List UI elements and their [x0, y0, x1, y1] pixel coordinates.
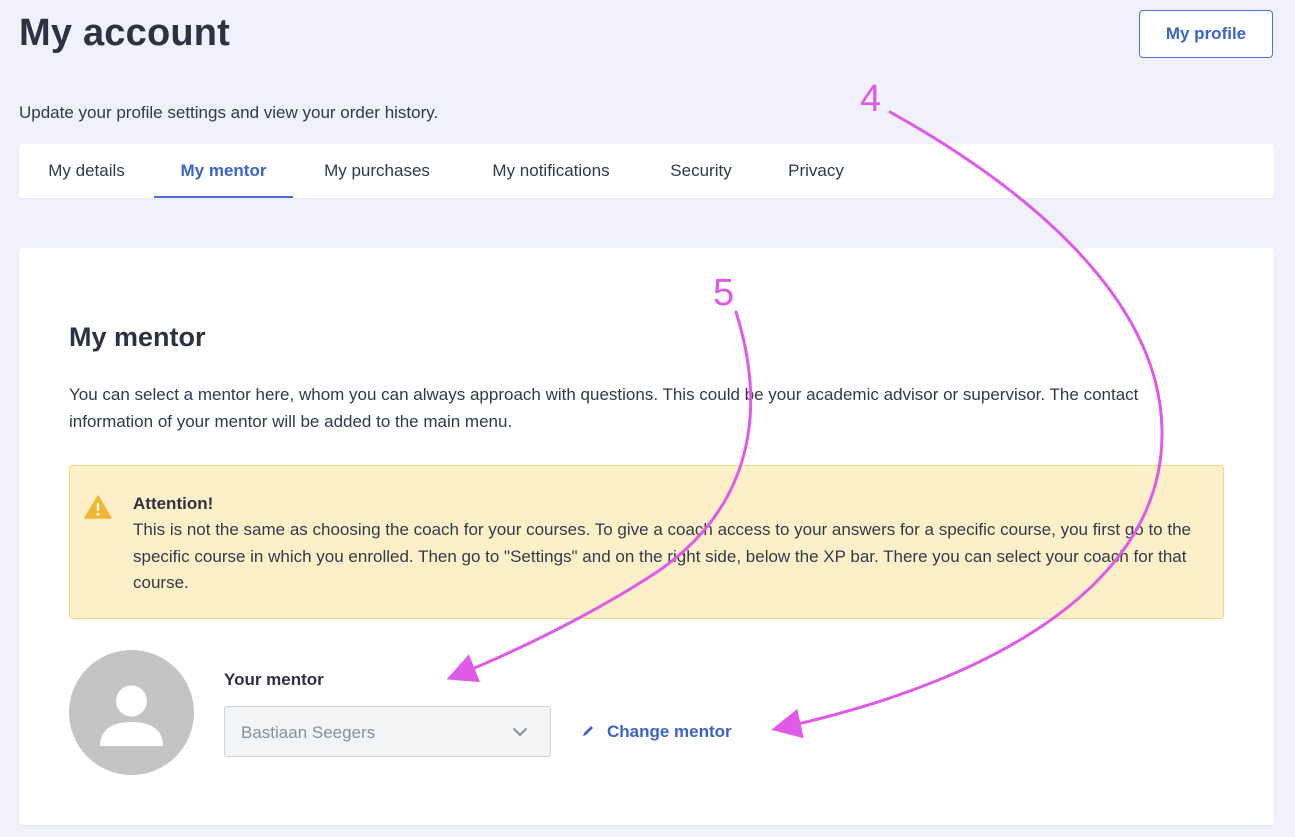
tab-my-mentor[interactable]: My mentor [154, 144, 293, 198]
section-title: My mentor [69, 322, 206, 352]
tab-my-notifications[interactable]: My notifications [461, 144, 641, 198]
mentor-card: My mentor You can select a mentor here, … [19, 248, 1274, 825]
avatar [69, 650, 194, 775]
tab-my-details[interactable]: My details [19, 144, 154, 198]
tab-my-purchases[interactable]: My purchases [293, 144, 461, 198]
alert-title: Attention! [133, 494, 214, 513]
change-mentor-label: Change mentor [607, 722, 732, 741]
account-tabs: My details My mentor My purchases My not… [19, 144, 1274, 198]
mentor-label: Your mentor [224, 670, 324, 689]
user-silhouette-icon [100, 685, 163, 746]
pencil-icon [583, 726, 593, 736]
my-profile-button[interactable]: My profile [1139, 10, 1273, 58]
annotation-marker-5: 5 [713, 272, 735, 314]
page-title: My account [19, 12, 231, 54]
page-subtitle: Update your profile settings and view yo… [19, 103, 439, 122]
tab-privacy[interactable]: Privacy [761, 144, 871, 198]
change-mentor-link[interactable]: Change mentor [581, 720, 732, 744]
mentor-select-value: Bastiaan Seegers [241, 723, 376, 742]
alert-text: This is not the same as choosing the coa… [133, 520, 1191, 592]
tab-security[interactable]: Security [641, 144, 761, 198]
warning-icon [84, 495, 112, 519]
annotation-marker-4: 4 [860, 78, 882, 120]
section-description: You can select a mentor here, whom you c… [69, 385, 1139, 431]
attention-alert: Attention! This is not the same as choos… [69, 465, 1224, 619]
chevron-down-icon [513, 728, 527, 736]
mentor-select[interactable]: Bastiaan Seegers [224, 706, 551, 757]
